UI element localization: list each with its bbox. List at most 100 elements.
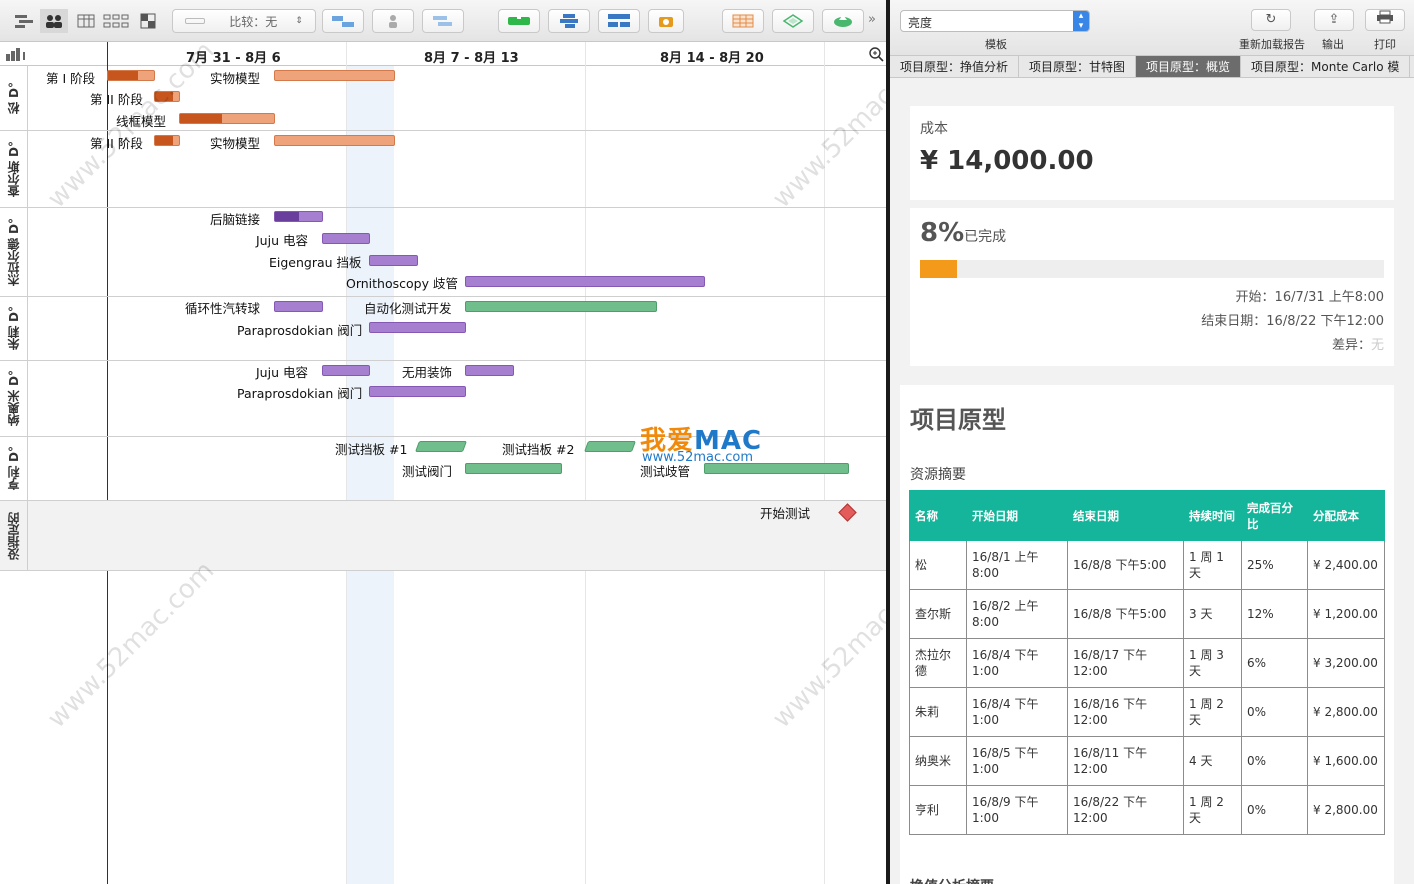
task-bar[interactable] bbox=[414, 441, 468, 452]
cell: 1 周 3 天 bbox=[1183, 638, 1242, 688]
stepper-icon: ⇕ bbox=[295, 16, 303, 26]
snapshot-button[interactable] bbox=[648, 9, 684, 33]
group-button[interactable] bbox=[548, 9, 590, 33]
resource-view-icon[interactable] bbox=[40, 9, 68, 33]
cell: 1 周 2 天 bbox=[1183, 687, 1242, 737]
publish-button[interactable] bbox=[822, 9, 864, 33]
cost-label: 成本 bbox=[920, 121, 948, 137]
task-label[interactable]: 第 I 阶段 bbox=[46, 68, 95, 87]
cell: ¥ 2,800.00 bbox=[1307, 687, 1385, 737]
task-bar[interactable] bbox=[465, 276, 705, 287]
task-label[interactable]: Eigengrau 挡板 bbox=[269, 252, 362, 271]
task-bar[interactable] bbox=[465, 365, 514, 376]
task-label[interactable]: 测试挡板 #1 bbox=[335, 439, 407, 458]
cell: 松 bbox=[909, 540, 967, 590]
diamond-icon bbox=[782, 14, 804, 28]
export-button[interactable]: ⇪ bbox=[1314, 9, 1354, 31]
timeline-header: 7月 31 - 8月 6 8月 7 - 8月 13 8月 14 - 8月 20 bbox=[0, 42, 886, 66]
task-label[interactable]: 实物模型 bbox=[210, 68, 260, 87]
task-label[interactable]: 无用装饰 bbox=[402, 362, 452, 381]
start-date: 开始：16/7/31 上午8:00 bbox=[1235, 290, 1384, 305]
network-view-icon[interactable] bbox=[102, 9, 130, 33]
task-bar[interactable] bbox=[107, 70, 155, 81]
task-bar[interactable] bbox=[369, 255, 418, 266]
resource-label[interactable]: 纳奥米 D° bbox=[0, 361, 28, 436]
level-icon bbox=[433, 16, 452, 26]
task-bar[interactable] bbox=[274, 211, 323, 222]
task-bar[interactable] bbox=[369, 386, 466, 397]
reload-button[interactable]: ↻ bbox=[1251, 9, 1291, 31]
task-label[interactable]: 测试挡板 #2 bbox=[502, 439, 574, 458]
theme-select[interactable]: 亮度 ▴ ▾ bbox=[900, 10, 1090, 32]
task-label[interactable]: Paraprosdokian 阀门 bbox=[237, 383, 362, 402]
task-label[interactable]: 测试阀门 bbox=[402, 461, 452, 480]
task-bar[interactable] bbox=[465, 463, 562, 474]
zoom-icon[interactable] bbox=[868, 46, 884, 62]
export-label: 输出 bbox=[1322, 38, 1344, 51]
table-button[interactable] bbox=[722, 9, 764, 33]
variance-label: 差异： bbox=[1331, 338, 1371, 353]
row-separator bbox=[0, 207, 886, 208]
task-label[interactable]: Paraprosdokian 阀门 bbox=[237, 320, 362, 339]
task-bar[interactable] bbox=[583, 441, 637, 452]
end-date: 结束日期：16/8/22 下午12:00 bbox=[1201, 314, 1384, 329]
resource-label[interactable]: 杰拉尔德 D° bbox=[0, 208, 28, 296]
calendar-view-icon[interactable] bbox=[72, 9, 100, 33]
task-label[interactable]: 自动化测试开发 bbox=[364, 298, 452, 317]
task-bar[interactable] bbox=[274, 135, 395, 146]
resource-label[interactable]: 亨利 D° bbox=[0, 437, 28, 500]
resource-name: 朱莉 D° bbox=[7, 306, 21, 351]
task-progress bbox=[108, 71, 138, 80]
report-tabs: 项目原型：挣值分析 项目原型：甘特图 项目原型：概览 项目原型：Monte Ca… bbox=[890, 56, 1414, 78]
task-label[interactable]: Juju 电容 bbox=[256, 230, 308, 249]
task-bar[interactable] bbox=[179, 113, 275, 124]
tab-gantt[interactable]: 项目原型：甘特图 bbox=[1019, 56, 1137, 77]
percent-value: 8% bbox=[920, 218, 965, 248]
assign-resource-button[interactable] bbox=[372, 9, 414, 33]
cost-value: ¥ 14,000.00 bbox=[920, 146, 1094, 176]
add-milestone-button[interactable] bbox=[498, 9, 540, 33]
resource-label[interactable]: 松 D° bbox=[0, 66, 28, 130]
task-label[interactable]: Ornithoscopy 歧管 bbox=[346, 273, 458, 292]
printer-icon bbox=[1377, 10, 1393, 24]
unassigned-row bbox=[0, 500, 886, 571]
task-label[interactable]: 实物模型 bbox=[210, 133, 260, 152]
table-icon bbox=[732, 14, 754, 28]
resource-label[interactable]: 查尔斯 D° bbox=[0, 131, 28, 207]
task-bar[interactable] bbox=[465, 301, 657, 312]
task-bar[interactable] bbox=[322, 233, 370, 244]
watermark: www.52mac.com bbox=[766, 555, 886, 735]
connect-button[interactable] bbox=[322, 9, 364, 33]
level-button[interactable] bbox=[422, 9, 464, 33]
resource-label[interactable]: 朱莉 D° bbox=[0, 297, 28, 360]
task-label[interactable]: Juju 电容 bbox=[256, 362, 308, 381]
task-label[interactable]: 循环性汽转球 bbox=[185, 298, 260, 317]
baseline-button[interactable] bbox=[772, 9, 814, 33]
cell: 16/8/4 下午 1:00 bbox=[966, 638, 1068, 688]
cell: 16/8/2 上午 8:00 bbox=[966, 589, 1068, 639]
task-bar[interactable] bbox=[274, 70, 395, 81]
tab-earned-value[interactable]: 项目原型：挣值分析 bbox=[890, 56, 1020, 77]
task-progress bbox=[180, 114, 222, 123]
outline-view-icon[interactable] bbox=[10, 9, 38, 33]
print-button[interactable] bbox=[1365, 9, 1405, 31]
earned-value-summary-title: 挣值分析摘要 bbox=[910, 876, 994, 884]
task-bar[interactable] bbox=[154, 135, 180, 146]
split-button[interactable] bbox=[598, 9, 640, 33]
overflow-chevron-icon[interactable]: » bbox=[868, 12, 876, 27]
compare-select[interactable]: 比较：无 ⇕ bbox=[172, 9, 316, 33]
task-bar[interactable] bbox=[322, 365, 370, 376]
cell: 16/8/1 上午 8:00 bbox=[966, 540, 1068, 590]
task-label[interactable]: 后脑链接 bbox=[210, 209, 260, 228]
tab-monte-carlo[interactable]: 项目原型：Monte Carlo 模 bbox=[1241, 56, 1411, 77]
table-header-row: 名称 开始日期 结束日期 持续时间 完成百分比 分配成本 bbox=[909, 490, 1385, 541]
task-bar[interactable] bbox=[369, 322, 466, 333]
style-view-icon[interactable] bbox=[134, 9, 162, 33]
weekend-shade bbox=[346, 66, 394, 884]
task-bar[interactable] bbox=[274, 301, 323, 312]
row-separator bbox=[0, 360, 886, 361]
histogram-icon[interactable] bbox=[4, 46, 30, 62]
tab-overview[interactable]: 项目原型：概览 bbox=[1136, 56, 1242, 77]
task-label[interactable]: 开始测试 bbox=[760, 503, 810, 522]
resource-label[interactable]: 没指定的 bbox=[0, 501, 28, 571]
